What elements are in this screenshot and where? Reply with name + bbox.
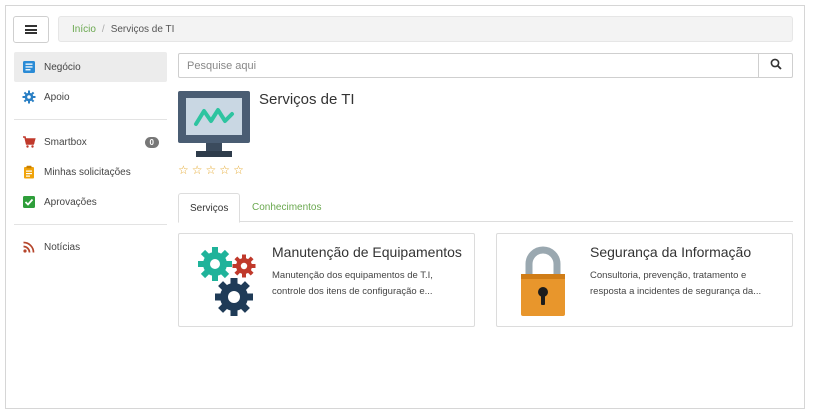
sidebar-item-label: Minhas solicitações [44, 166, 131, 178]
sidebar-item-label: Apoio [44, 91, 70, 103]
tab-servicos[interactable]: Serviços [178, 193, 241, 223]
page-title: Serviços de TI [259, 91, 355, 108]
rss-icon [22, 240, 36, 254]
book-icon [22, 60, 36, 74]
gears-icon [193, 242, 271, 320]
monitor-icon [178, 91, 250, 159]
card-title: Segurança da Informação [590, 244, 752, 260]
sidebar-item-smartbox[interactable]: Smartbox 0 [14, 127, 167, 157]
card-title: Manutenção de Equipamentos [272, 244, 462, 260]
sidebar-item-aprovacoes[interactable]: Aprovações [14, 187, 167, 217]
check-icon [22, 195, 36, 209]
search-input[interactable] [179, 54, 758, 77]
sidebar-item-label: Negócio [44, 61, 81, 73]
sidebar-item-label: Notícias [44, 241, 81, 253]
padlock-icon [511, 242, 589, 320]
hamburger-icon [25, 25, 37, 34]
sidebar-divider [14, 224, 167, 225]
clipboard-icon [22, 165, 36, 179]
tab-bar: Serviços Conhecimentos [178, 193, 793, 223]
breadcrumb-separator: / [101, 23, 105, 35]
service-card-seguranca[interactable]: Segurança da Informação Consultoria, pre… [496, 233, 793, 327]
cart-icon [22, 135, 36, 149]
sidebar-item-negocio[interactable]: Negócio [14, 52, 167, 82]
breadcrumb: Início / Serviços de TI [58, 16, 793, 42]
sidebar: Negócio Apoio Smartbox 0 Minhas solicita… [14, 52, 167, 262]
sidebar-item-apoio[interactable]: Apoio [14, 82, 167, 112]
sidebar-item-minhas-solicitacoes[interactable]: Minhas solicitações [14, 157, 167, 187]
sidebar-item-noticias[interactable]: Notícias [14, 232, 167, 262]
star-icon[interactable]: ☆ [219, 163, 230, 177]
star-icon[interactable]: ☆ [206, 163, 217, 177]
sidebar-divider [14, 119, 167, 120]
search-icon [770, 58, 782, 73]
tab-conhecimentos[interactable]: Conhecimentos [241, 193, 332, 222]
sidebar-item-label: Smartbox [44, 136, 87, 148]
star-icon[interactable]: ☆ [178, 163, 189, 177]
card-description: Consultoria, prevenção, tratamento e res… [590, 270, 762, 297]
smartbox-count-badge: 0 [144, 136, 159, 148]
breadcrumb-home-link[interactable]: Início [72, 24, 96, 35]
breadcrumb-current: Serviços de TI [110, 23, 175, 35]
rating-stars[interactable]: ☆ ☆ ☆ ☆ ☆ [178, 163, 244, 177]
sidebar-item-label: Aprovações [44, 196, 97, 208]
menu-toggle-button[interactable] [13, 16, 49, 43]
service-card-manutencao[interactable]: Manutenção de Equipamentos Manutenção do… [178, 233, 475, 327]
card-description: Manutenção dos equipamentos de T.I, cont… [272, 270, 433, 297]
search-bar [178, 53, 793, 78]
star-icon[interactable]: ☆ [192, 163, 203, 177]
star-icon[interactable]: ☆ [233, 163, 244, 177]
search-button[interactable] [758, 54, 792, 77]
gear-icon [22, 90, 36, 104]
